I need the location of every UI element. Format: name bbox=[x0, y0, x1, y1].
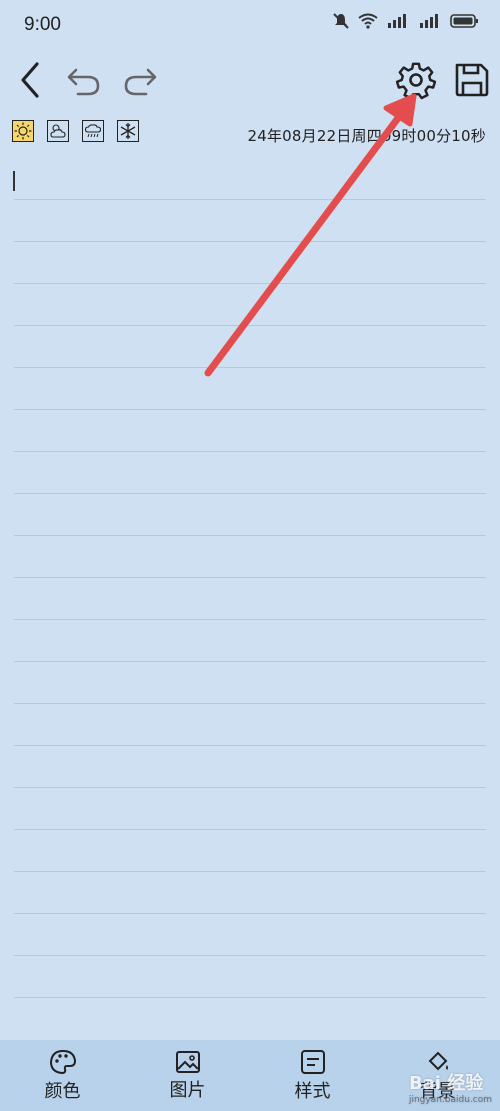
wifi-icon bbox=[358, 13, 378, 34]
note-datetime: 24年08月22日周四09时00分10秒 bbox=[247, 127, 486, 145]
status-bar: 9:00 bbox=[0, 0, 500, 50]
image-tab-label: 图片 bbox=[169, 1079, 206, 1101]
editor-toolbar bbox=[0, 52, 500, 108]
image-tab[interactable]: 图片 bbox=[125, 1040, 250, 1111]
redo-icon bbox=[124, 68, 157, 96]
back-icon bbox=[21, 62, 39, 98]
color-tab[interactable]: 颜色 bbox=[0, 1040, 125, 1111]
weather-snowy-option[interactable] bbox=[117, 120, 139, 142]
watermark: Bai 经验 jingyan.baidu.com bbox=[409, 1069, 492, 1105]
gear-icon bbox=[396, 62, 436, 100]
weather-sunny-option[interactable] bbox=[12, 120, 34, 142]
save-icon bbox=[455, 63, 489, 97]
undo-icon bbox=[67, 68, 100, 96]
image-icon bbox=[175, 1050, 200, 1073]
save-button[interactable] bbox=[448, 52, 496, 108]
style-icon bbox=[300, 1049, 325, 1074]
weather-rainy-option[interactable] bbox=[82, 120, 104, 142]
watermark-sub: jingyan.baidu.com bbox=[408, 1095, 492, 1105]
color-tab-label: 颜色 bbox=[44, 1080, 81, 1102]
signal-icon-1 bbox=[386, 13, 410, 34]
watermark-text: Bai 经验 bbox=[408, 1073, 484, 1094]
rain-icon bbox=[84, 124, 102, 138]
partly-cloudy-icon bbox=[50, 124, 66, 138]
sun-icon bbox=[14, 122, 32, 140]
battery-icon bbox=[450, 13, 480, 34]
palette-icon bbox=[49, 1049, 76, 1074]
style-tab-label: 样式 bbox=[294, 1080, 331, 1102]
mute-icon bbox=[332, 12, 350, 35]
style-tab[interactable]: 样式 bbox=[250, 1040, 375, 1111]
snowflake-icon bbox=[120, 123, 136, 139]
undo-button[interactable] bbox=[60, 52, 108, 108]
status-time: 9:00 bbox=[24, 14, 61, 35]
signal-icon-2 bbox=[418, 13, 442, 34]
status-icons bbox=[332, 12, 480, 35]
weather-selector bbox=[12, 120, 139, 142]
text-cursor bbox=[13, 171, 15, 191]
weather-cloudy-option[interactable] bbox=[47, 120, 69, 142]
note-editor[interactable] bbox=[14, 158, 486, 1038]
settings-button[interactable] bbox=[392, 52, 440, 108]
redo-button[interactable] bbox=[116, 52, 164, 108]
back-button[interactable] bbox=[6, 52, 54, 108]
